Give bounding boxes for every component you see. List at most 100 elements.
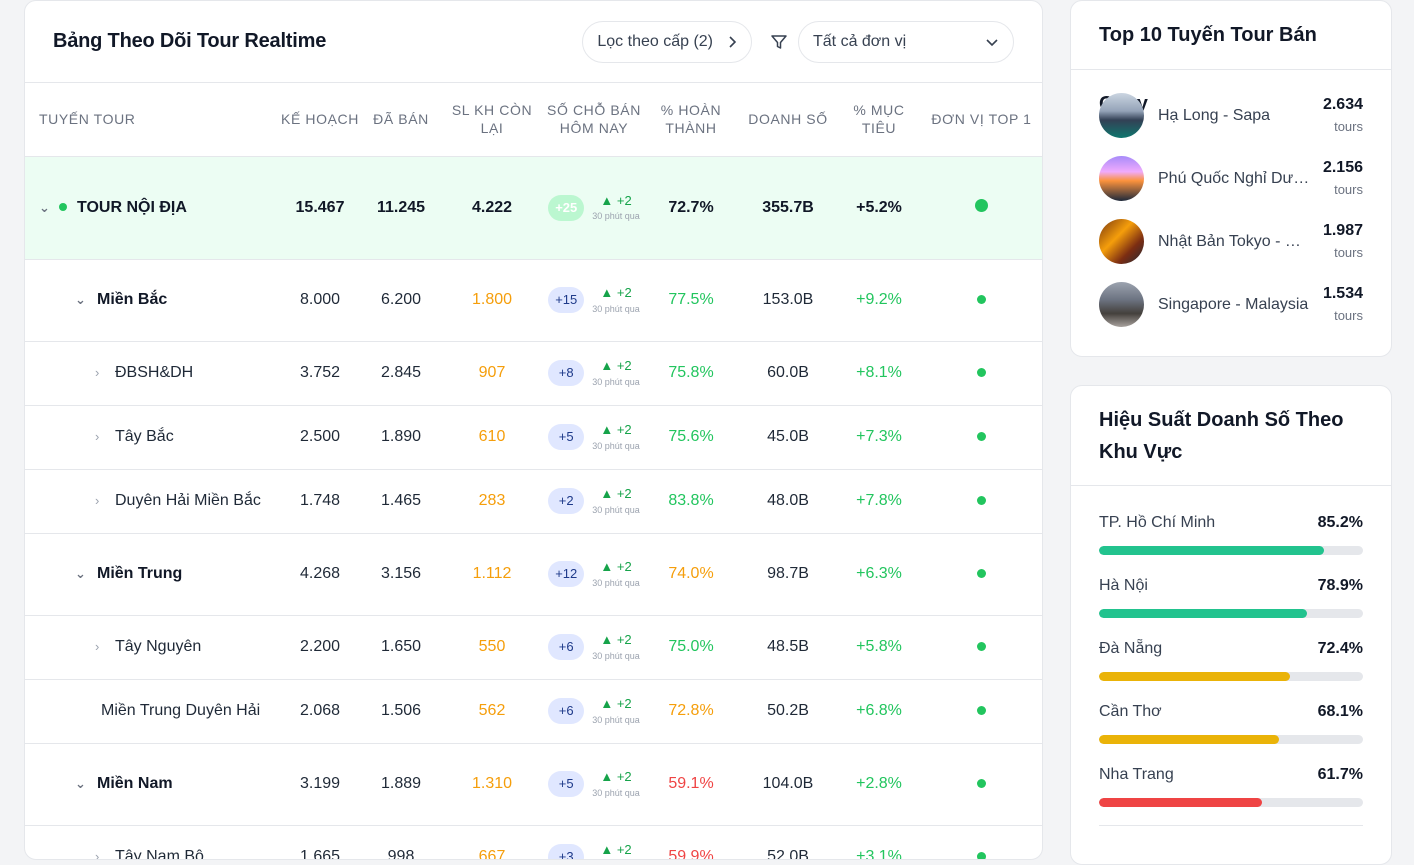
table-row[interactable]: › ĐBSH&DH 3.752 2.845 907 +8 ▲ +2 30 phút qua 75… (25, 341, 1042, 406)
region-name: Đà Nẵng (1099, 640, 1163, 657)
progress-fill (1099, 735, 1279, 744)
top-tour-item[interactable]: Singapore - Malaysia 1.534 tours (1071, 273, 1391, 336)
column-header[interactable]: KẾ HOẠCH (279, 83, 361, 157)
today-badge: +5 (548, 424, 585, 451)
revenue-cell: 48.0B (737, 469, 839, 534)
delta-indicator: ▲ +2 30 phút qua (592, 421, 640, 453)
unit-select[interactable]: Tất cả đơn vị (798, 20, 1014, 63)
chevron-down-icon[interactable]: ⌄ (75, 776, 89, 792)
table-row[interactable]: › Tây Bắc 2.500 1.890 610 +5 ▲ +2 30 phút qua 75… (25, 405, 1042, 470)
table-row[interactable]: ⌄ Miền Bắc 8.000 6.200 1.800 +15 ▲ +2 30 phút q… (25, 259, 1042, 342)
delta-value: +2 (616, 696, 632, 712)
tour-tracking-table-card: Bảng Theo Dõi Tour Realtime Lọc theo cấp… (24, 0, 1043, 860)
revenue-cell: 153.0B (737, 259, 839, 342)
up-arrow-icon: ▲ (600, 422, 614, 438)
delta-indicator: ▲ +2 30 phút qua (592, 631, 640, 663)
column-header[interactable]: % HOÀN THÀNH (645, 83, 737, 157)
remaining-cell: 1.800 (441, 259, 543, 342)
progress-track (1099, 546, 1363, 555)
top-tour-count-box: 1.534 tours (1323, 283, 1363, 327)
tour-name-cell[interactable]: › ĐBSH&DH (25, 341, 279, 406)
region-performance-item: Đà Nẵng 72.4% (1071, 636, 1391, 699)
delta-value: +2 (616, 486, 632, 502)
plan-cell: 8.000 (279, 259, 361, 342)
target-cell: +8.1% (839, 341, 919, 406)
chevron-right-icon[interactable]: › (95, 429, 109, 444)
top-tour-name: Nhật Bản Tokyo - Osaka (1158, 232, 1313, 250)
sold-cell: 3.156 (361, 533, 441, 616)
delta-time: 30 phút qua (592, 303, 640, 314)
table-row[interactable]: › Tây Nam Bộ 1.665998667 +3 ▲ +230 phút qua 5… (25, 825, 1042, 860)
top-tour-count-box: 2.156 tours (1323, 157, 1363, 201)
column-header[interactable]: SL KH CÒN LẠI (441, 83, 543, 157)
tour-name: ĐBSH&DH (115, 364, 194, 381)
tour-name-cell[interactable]: ⌄ Miền Trung (25, 533, 279, 616)
top-tour-item[interactable]: Nhật Bản Tokyo - Osaka 1.987 tours (1071, 210, 1391, 273)
delta-time: 30 phút qua (592, 650, 640, 661)
completion-cell: 75.0% (645, 615, 737, 680)
up-arrow-icon: ▲ (600, 559, 614, 575)
chevron-right-icon[interactable]: › (95, 639, 109, 654)
top-tour-name: Singapore - Malaysia (1158, 295, 1309, 313)
today-cell: +8 ▲ +2 30 phút qua (543, 341, 645, 406)
chevron-right-icon[interactable]: › (95, 365, 109, 380)
top-tour-item[interactable]: Phú Quốc Nghỉ Dưỡng 2.156 tours (1071, 147, 1391, 210)
chevron-down-icon[interactable]: ⌄ (75, 292, 89, 308)
column-header[interactable]: TUYẾN TOUR (25, 83, 279, 157)
tour-name-cell[interactable]: › Duyên Hải Miền Bắc (25, 469, 279, 534)
today-badge: +6 (548, 634, 585, 661)
plan-cell: 4.268 (279, 533, 361, 616)
up-arrow-icon: ▲ (600, 285, 614, 301)
tour-name-cell[interactable]: Miền Trung Duyên Hải (25, 679, 279, 744)
top-tour-count: 2.156 (1322, 158, 1363, 176)
tour-thumbnail (1099, 156, 1144, 201)
completion-cell: 59.9% (645, 825, 737, 859)
chevron-right-icon[interactable]: › (95, 493, 109, 508)
table-row[interactable]: › Tây Nguyên 2.200 1.650 550 +6 ▲ +2 30 phút qu… (25, 615, 1042, 680)
tour-name-cell[interactable]: › Tây Nam Bộ (25, 825, 279, 859)
tour-name-cell[interactable]: ⌄ Miền Bắc (25, 259, 279, 342)
sold-cell: 998 (361, 825, 441, 859)
remaining-cell: 1.310 (441, 743, 543, 826)
column-header[interactable]: ĐƠN VỊ TOP 1 (919, 83, 1042, 157)
chevron-down-icon[interactable]: ⌄ (39, 200, 53, 216)
tour-name-cell[interactable]: ⌄ TOUR NỘI ĐỊA (25, 156, 279, 260)
column-header[interactable]: ĐÃ BÁN (361, 83, 441, 157)
tour-name-cell[interactable]: ⌄ Miền Nam (25, 743, 279, 826)
top-tour-item[interactable]: Hạ Long - Sapa 2.634 tours (1071, 84, 1391, 147)
chevron-right-icon[interactable]: › (95, 849, 109, 859)
column-header[interactable]: DOANH SỐ (737, 83, 839, 157)
tour-name-cell[interactable]: › Tây Bắc (25, 405, 279, 470)
revenue-cell: 48.5B (737, 615, 839, 680)
completion-cell: 75.8% (645, 341, 737, 406)
progress-track (1099, 735, 1363, 744)
level-filter-button[interactable]: Lọc theo cấp (2) (582, 20, 752, 63)
top-unit-cell (919, 156, 1042, 260)
sold-cell: 1.889 (361, 743, 441, 826)
column-header[interactable]: % MỤC TIÊU (839, 83, 919, 157)
column-header[interactable]: SỐ CHỖ BÁN HÔM NAY (543, 83, 645, 157)
top-tour-unit: tours (1334, 244, 1363, 260)
today-badge: +15 (548, 287, 585, 314)
table-row[interactable]: › Duyên Hải Miền Bắc 1.748 1.465 283 +2 ▲ +2 30… (25, 469, 1042, 534)
delta-indicator: ▲ +2 30 phút qua (592, 485, 640, 517)
region-name: Nha Trang (1099, 766, 1174, 783)
table-row[interactable]: ⌄ Miền Nam 3.199 1.889 1.310 +5 ▲ +2 30 phút qu… (25, 743, 1042, 826)
table-row[interactable]: Miền Trung Duyên Hải 2.068 1.506 562 +6 ▲ +2 3… (25, 679, 1042, 744)
today-cell: +6 ▲ +2 30 phút qua (543, 679, 645, 744)
plan-cell: 3.199 (279, 743, 361, 826)
region-performance-item: Hà Nội 78.9% (1071, 573, 1391, 636)
target-cell: +6.8% (839, 679, 919, 744)
divider (1099, 825, 1363, 826)
up-arrow-icon: ▲ (600, 486, 614, 502)
table-row[interactable]: ⌄ Miền Trung 4.268 3.156 1.112 +12 ▲ +2 30 phút… (25, 533, 1042, 616)
target-cell: +5.8% (839, 615, 919, 680)
delta-time: 30 phút qua (592, 859, 640, 860)
table-row[interactable]: ⌄ TOUR NỘI ĐỊA 15.467 11.245 4.222 +25 ▲ +2 30 … (25, 156, 1042, 260)
revenue-cell: 104.0B (737, 743, 839, 826)
delta-time: 30 phút qua (592, 440, 640, 451)
tour-name-cell[interactable]: › Tây Nguyên (25, 615, 279, 680)
performance-title: Hiệu Suất Doanh Số Theo Khu Vực (1071, 386, 1391, 486)
filter-icon[interactable] (770, 33, 788, 51)
chevron-down-icon[interactable]: ⌄ (75, 566, 89, 582)
